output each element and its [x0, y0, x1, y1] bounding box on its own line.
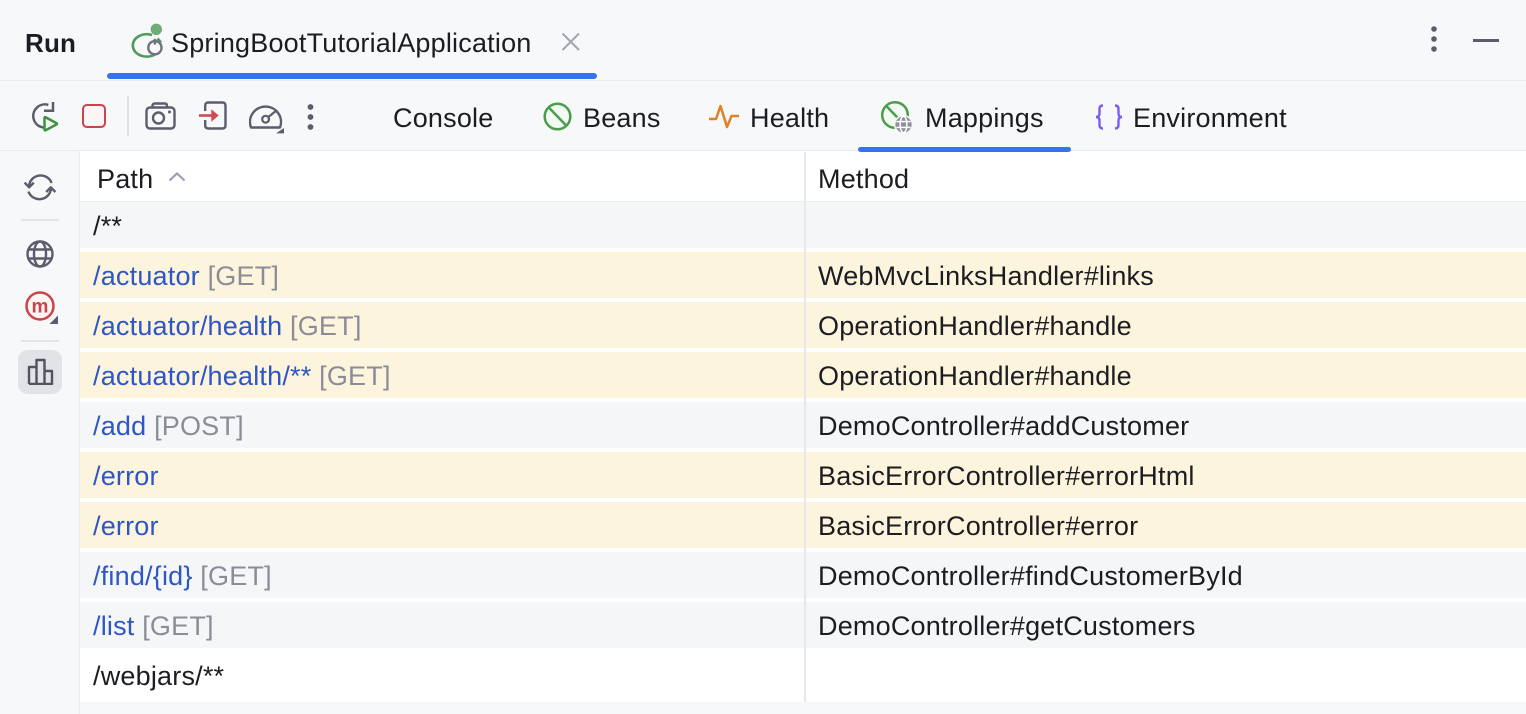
svg-text:m: m — [32, 297, 49, 318]
